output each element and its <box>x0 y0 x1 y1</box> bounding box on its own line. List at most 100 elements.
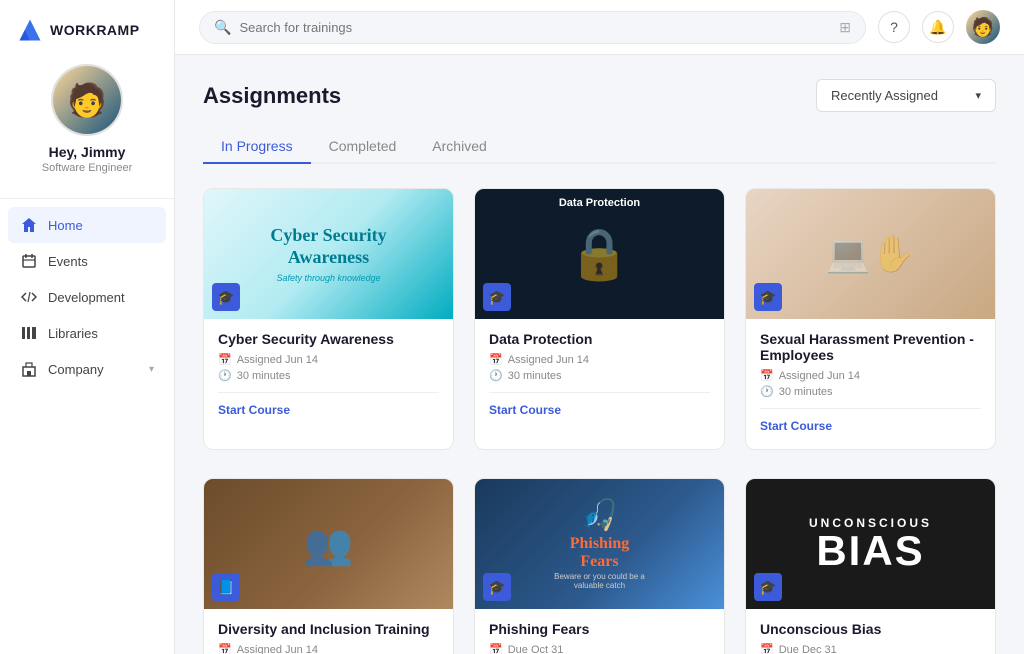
start-course-data[interactable]: Start Course <box>489 392 710 417</box>
search-icon: 🔍 <box>214 19 231 36</box>
course-meta-sexual: 📅 Assigned Jun 14 🕐 30 minutes <box>760 369 981 398</box>
course-badge-sexual: 🎓 <box>754 283 782 311</box>
start-course-sexual[interactable]: Start Course <box>760 408 981 433</box>
sidebar-item-development[interactable]: Development <box>8 279 166 315</box>
data-thumb-label: Data Protection <box>559 197 640 209</box>
course-card-data[interactable]: Data Protection 🔒 🎓 Data Protection 📅 As… <box>474 188 725 450</box>
user-role: Software Engineer <box>42 162 133 174</box>
course-name-data: Data Protection <box>489 331 710 347</box>
calendar-icon: 📅 <box>760 369 774 382</box>
course-thumbnail-data: Data Protection 🔒 🎓 <box>475 189 724 319</box>
clock-icon: 🕐 <box>218 369 232 382</box>
chevron-down-icon: ▾ <box>975 89 981 102</box>
course-body-sexual: Sexual Harassment Prevention - Employees… <box>746 319 995 449</box>
course-thumbnail-bias: UNCONSCIOUS BIAS 🎓 <box>746 479 995 609</box>
sidebar-item-company[interactable]: Company ▾ <box>8 351 166 387</box>
user-avatar-header[interactable]: 🧑 <box>966 10 1000 44</box>
clock-icon: 🕐 <box>489 369 503 382</box>
sidebar-item-events[interactable]: Events <box>8 243 166 279</box>
course-grid-row1: Cyber SecurityAwareness Safety through k… <box>203 188 996 450</box>
course-meta-bias: 📅 Due Dec 31 <box>760 643 981 654</box>
course-badge-cyber: 🎓 <box>212 283 240 311</box>
course-badge-data: 🎓 <box>483 283 511 311</box>
course-name-cyber: Cyber Security Awareness <box>218 331 439 347</box>
calendar-icon: 📅 <box>489 643 503 654</box>
course-thumbnail-diversity: 👥 📘 <box>204 479 453 609</box>
search-input[interactable] <box>239 20 831 35</box>
calendar-icon: 📅 <box>218 353 232 366</box>
main-area: 🔍 ⊞ ? 🔔 🧑 Assignments Recently Assigned … <box>175 0 1024 654</box>
development-icon <box>20 288 38 306</box>
course-body-bias: Unconscious Bias 📅 Due Dec 31 Continue C… <box>746 609 995 654</box>
avatar-image: 🧑 <box>53 66 121 134</box>
header: 🔍 ⊞ ? 🔔 🧑 <box>175 0 1024 55</box>
course-card-bias[interactable]: UNCONSCIOUS BIAS 🎓 Unconscious Bias 📅 Du… <box>745 478 996 654</box>
course-thumbnail-sexual: 💻✋ 🎓 <box>746 189 995 319</box>
sidebar-item-libraries[interactable]: Libraries <box>8 315 166 351</box>
course-body-cyber: Cyber Security Awareness 📅 Assigned Jun … <box>204 319 453 433</box>
tab-archived[interactable]: Archived <box>414 130 504 164</box>
course-body-phishing: Phishing Fears 📅 Due Oct 31 Continue Cou… <box>475 609 724 654</box>
home-icon <box>20 216 38 234</box>
help-button[interactable]: ? <box>878 11 910 43</box>
course-meta-data: 📅 Assigned Jun 14 🕐 30 minutes <box>489 353 710 382</box>
course-body-data: Data Protection 📅 Assigned Jun 14 🕐 30 m… <box>475 319 724 433</box>
sidebar-item-home[interactable]: Home <box>8 207 166 243</box>
sidebar-item-label: Events <box>48 254 88 269</box>
company-icon <box>20 360 38 378</box>
assigned-date-sexual: 📅 Assigned Jun 14 <box>760 369 981 382</box>
duration-data: 🕐 30 minutes <box>489 369 710 382</box>
phishing-thumb-sub: Beware or you could be avaluable catch <box>554 572 645 590</box>
logo[interactable]: WORKRAMP <box>0 16 156 64</box>
cyber-thumb-sub: Safety through knowledge <box>270 273 386 283</box>
search-bar[interactable]: 🔍 ⊞ <box>199 11 866 44</box>
duration-cyber: 🕐 30 minutes <box>218 369 439 382</box>
company-row: Company ▾ <box>48 362 154 377</box>
tab-completed[interactable]: Completed <box>311 130 415 164</box>
notifications-button[interactable]: 🔔 <box>922 11 954 43</box>
assignments-header: Assignments Recently Assigned ▾ <box>203 79 996 112</box>
sidebar-divider <box>0 198 174 199</box>
sort-label: Recently Assigned <box>831 88 938 103</box>
course-name-sexual: Sexual Harassment Prevention - Employees <box>760 331 981 363</box>
course-body-diversity: Diversity and Inclusion Training 📅 Assig… <box>204 609 453 654</box>
user-avatar-section: 🧑 Hey, Jimmy Software Engineer <box>42 64 133 174</box>
sort-dropdown[interactable]: Recently Assigned ▾ <box>816 79 996 112</box>
sidebar-nav: Home Events Development Libraries C <box>0 207 174 387</box>
duration-sexual: 🕐 30 minutes <box>760 385 981 398</box>
content-area: Assignments Recently Assigned ▾ In Progr… <box>175 55 1024 654</box>
course-card-cyber[interactable]: Cyber SecurityAwareness Safety through k… <box>203 188 454 450</box>
header-icons: ? 🔔 🧑 <box>878 10 1000 44</box>
course-badge-diversity: 📘 <box>212 573 240 601</box>
sidebar-item-label: Development <box>48 290 125 305</box>
calendar-icon: 📅 <box>218 643 232 654</box>
course-thumbnail-cyber: Cyber SecurityAwareness Safety through k… <box>204 189 453 319</box>
events-icon <box>20 252 38 270</box>
course-card-diversity[interactable]: 👥 📘 Diversity and Inclusion Training 📅 A… <box>203 478 454 654</box>
assigned-date-cyber: 📅 Assigned Jun 14 <box>218 353 439 366</box>
course-badge-bias: 🎓 <box>754 573 782 601</box>
cyber-thumb-title: Cyber SecurityAwareness <box>270 225 386 268</box>
libraries-icon <box>20 324 38 342</box>
sidebar-item-label: Company <box>48 362 104 377</box>
clock-icon: 🕐 <box>760 385 774 398</box>
sidebar-item-label: Home <box>48 218 83 233</box>
filter-icon[interactable]: ⊞ <box>839 19 851 36</box>
tabs: In Progress Completed Archived <box>203 130 996 164</box>
assignments-title: Assignments <box>203 83 341 109</box>
due-date-phishing: 📅 Due Oct 31 <box>489 643 710 654</box>
assigned-date-diversity: 📅 Assigned Jun 14 <box>218 643 439 654</box>
logo-text: WORKRAMP <box>50 22 140 38</box>
tab-in-progress[interactable]: In Progress <box>203 130 311 164</box>
course-badge-phishing: 🎓 <box>483 573 511 601</box>
start-course-cyber[interactable]: Start Course <box>218 392 439 417</box>
course-card-phishing[interactable]: 🎣 PhishingFears Beware or you could be a… <box>474 478 725 654</box>
phishing-thumb-title: PhishingFears <box>570 535 630 570</box>
workramp-logo-icon <box>16 16 44 44</box>
course-card-sexual[interactable]: 💻✋ 🎓 Sexual Harassment Prevention - Empl… <box>745 188 996 450</box>
sidebar: WORKRAMP 🧑 Hey, Jimmy Software Engineer … <box>0 0 175 654</box>
course-thumbnail-phishing: 🎣 PhishingFears Beware or you could be a… <box>475 479 724 609</box>
bias-thumb-main: BIAS <box>816 530 924 572</box>
due-date-bias: 📅 Due Dec 31 <box>760 643 981 654</box>
course-meta-diversity: 📅 Assigned Jun 14 <box>218 643 439 654</box>
